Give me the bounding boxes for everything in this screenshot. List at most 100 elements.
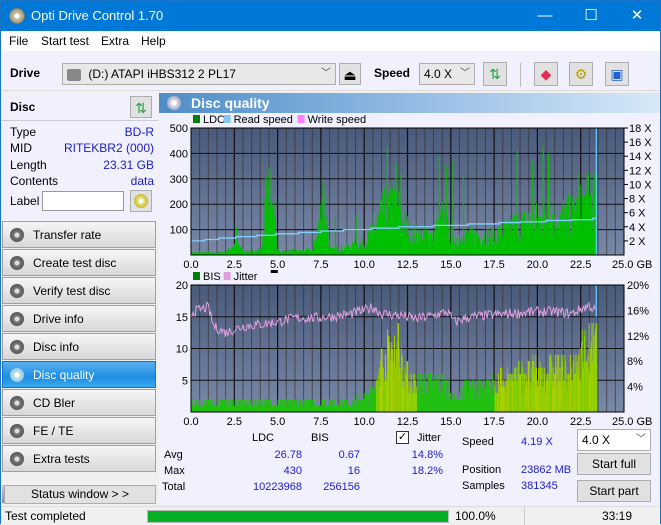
app-window: Opti Drive Control 1.70 — ☐ ✕ File Start… (0, 0, 661, 525)
y2-tick-label: 16 X (629, 137, 652, 149)
disc-length-label: Length (10, 158, 47, 172)
legend-label: Write speed (308, 114, 367, 126)
ldc-spike (334, 216, 336, 255)
maximize-button[interactable]: ☐ (568, 1, 614, 31)
disc-info-panel: Type BD-R MID RITEKBR2 (000) Length 23.31 G… (2, 121, 158, 221)
nav-transfer-rate[interactable]: Transfer rate (2, 221, 156, 248)
x-tick-label: 22.5 (570, 416, 591, 428)
ldc-spike (236, 227, 238, 255)
avg-label: Avg (164, 449, 183, 461)
progress-bar (147, 510, 449, 523)
settings-button[interactable]: ⚙ (569, 62, 593, 86)
nav-verify-test-disc[interactable]: Verify test disc (2, 277, 156, 304)
legend-label: BIS (203, 271, 221, 283)
menu-extra[interactable]: Extra (101, 34, 129, 48)
speed-select[interactable]: 4.0 X ﹀ (419, 63, 475, 85)
menu-help[interactable]: Help (141, 34, 166, 48)
position-label: Position (462, 464, 502, 476)
speed-label: Speed (462, 436, 494, 448)
samples-value: 381345 (521, 480, 558, 492)
x-tick-label: 15.0 (440, 416, 461, 428)
elapsed-time: 33:19 (602, 509, 633, 523)
drive-value: (D:) ATAPI iHBS312 2 PL17 (88, 67, 236, 81)
disc-contents-value: data (130, 174, 154, 188)
x-tick-label: 15.0 (440, 259, 461, 271)
app-disc-icon (9, 8, 25, 24)
y-tick-label: 400 (170, 148, 188, 160)
legend-swatch (193, 272, 200, 280)
title-bar: Opti Drive Control 1.70 — ☐ ✕ (1, 1, 660, 31)
refresh-icon: ⇅ (135, 100, 147, 116)
disc-length-value: 23.31 GB (103, 158, 154, 172)
ldc-spike (270, 178, 272, 255)
ldc-spike (265, 177, 267, 255)
save-button[interactable]: ▣ (605, 62, 629, 86)
col-bis-header: BIS (311, 432, 329, 444)
nav-disc-quality[interactable]: Disc quality (2, 361, 156, 388)
start-full-button[interactable]: Start full (577, 453, 651, 475)
legend-swatch (223, 272, 231, 280)
charts-area: 0.0 2.5 5.0 7.5 10.0 12.5 15.0 17.5 20.0 22.5 25.0… (170, 114, 653, 428)
disc-quality-panel: Disc quality 0.0 2.5 5.0 7.5 10.0 12.5 15.0 17.… (159, 93, 660, 505)
nav-label: Verify test disc (33, 284, 111, 298)
y-tick-label: 200 (170, 199, 188, 211)
disc-icon (10, 312, 24, 326)
nav-disc-info[interactable]: Disc info (2, 333, 156, 360)
menu-file[interactable]: File (9, 34, 28, 48)
status-window-button[interactable]: Status window > > (4, 485, 156, 504)
avg-ldc: 26.78 (274, 449, 302, 461)
jitter-label: Jitter (417, 432, 441, 444)
ldc-spike (547, 153, 549, 255)
ldc-spike (372, 211, 375, 255)
x-tick-label: 12.5 (397, 259, 418, 271)
disc-quality-icon (167, 96, 181, 110)
max-ldc: 430 (283, 465, 302, 477)
total-label: Total (162, 481, 186, 493)
disc-label-button[interactable] (130, 190, 152, 212)
y2-tick-label: 12 X (629, 165, 652, 177)
chevron-down-icon: ﹀ (636, 434, 646, 445)
x-tick-label: 7.5 (313, 259, 328, 271)
max-label: Max (164, 465, 185, 477)
x-tick-label: 5.0 (270, 416, 285, 428)
nav-cd-bler[interactable]: CD Bler (2, 389, 156, 416)
y2-tick-label: 20% (627, 280, 649, 292)
avg-bis: 0.67 (338, 449, 360, 461)
nav-label: FE / TE (33, 424, 74, 438)
test-speed-select[interactable]: 4.0 X ﹀ (577, 429, 651, 451)
x-tick-label: 0.0 (183, 416, 198, 428)
disc-icon (10, 340, 24, 354)
minimize-button[interactable]: — (522, 1, 568, 31)
start-part-button[interactable]: Start part (577, 480, 651, 502)
y2-tick-label: 2 X (629, 236, 646, 248)
nav-create-test-disc[interactable]: Create test disc (2, 249, 156, 276)
nav-drive-info[interactable]: Drive info (2, 305, 156, 332)
x-tick-label: 17.5 (483, 259, 504, 271)
legend-marker (270, 270, 278, 273)
disc-refresh-button[interactable]: ⇅ (130, 96, 152, 118)
refresh-button[interactable]: ⇅ (483, 62, 507, 86)
status-bar: Test completed 100.0% 33:19 (1, 506, 660, 525)
y2-tick-label: 14 X (629, 151, 652, 163)
y-tick-label: 15 (176, 312, 188, 324)
ldc-spike (355, 215, 357, 255)
disc-label-input[interactable] (42, 191, 124, 211)
menu-start-test[interactable]: Start test (41, 34, 89, 48)
drive-select[interactable]: (D:) ATAPI iHBS312 2 PL17 ﹀ (62, 63, 336, 85)
y2-tick-label: 8 X (629, 194, 646, 206)
disc-type-row: Type BD-R (10, 125, 154, 141)
x-tick-label: 22.5 (570, 259, 591, 271)
eject-button[interactable]: ⏏ (339, 63, 361, 85)
nav-fe-te[interactable]: FE / TE (2, 417, 156, 444)
ldc-spike (542, 145, 544, 255)
x-tick-label: 0.0 (183, 259, 198, 271)
disc-label-label: Label (10, 194, 40, 208)
legend-label: LDC (203, 114, 225, 126)
erase-button[interactable]: ◆ (534, 62, 558, 86)
jitter-checkbox[interactable]: ✓ (396, 431, 409, 444)
position-value: 23862 MB (521, 464, 572, 476)
disc-icon (10, 256, 24, 270)
close-button[interactable]: ✕ (614, 1, 660, 31)
nav-extra-tests[interactable]: Extra tests (2, 445, 156, 472)
disc-header: Disc ⇅ (2, 93, 158, 121)
